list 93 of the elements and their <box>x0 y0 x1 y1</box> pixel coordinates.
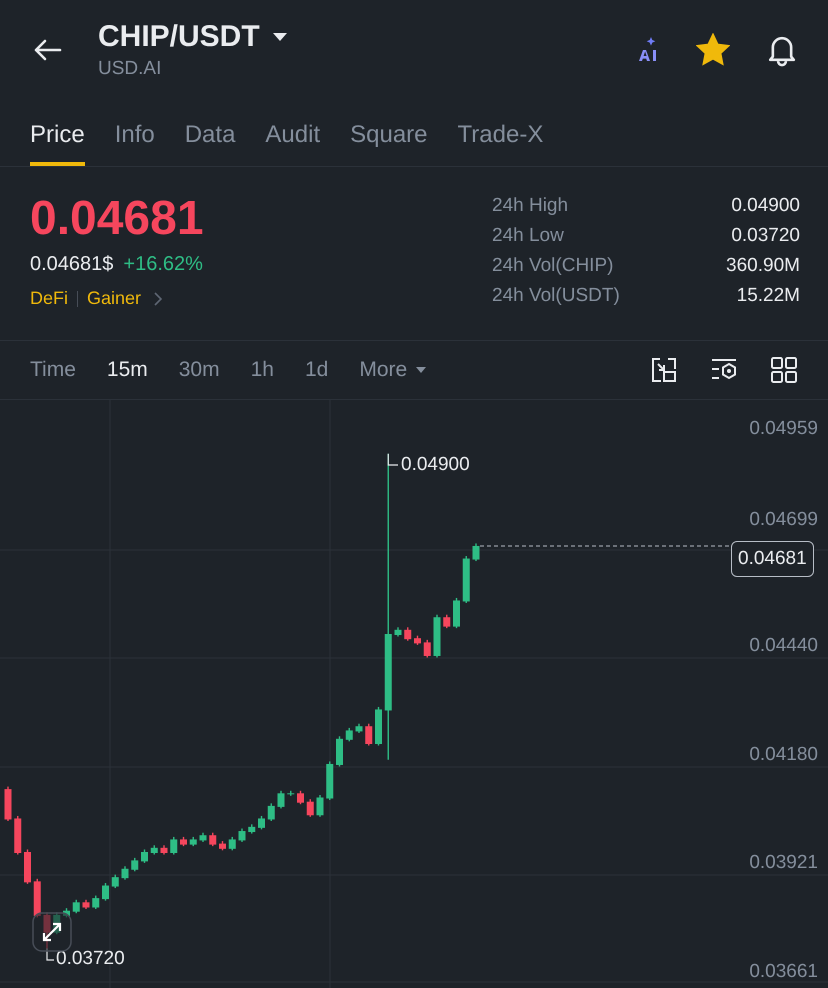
candle <box>326 761 334 800</box>
nav-tab[interactable]: Square <box>350 100 428 166</box>
resize-icon[interactable] <box>650 356 678 384</box>
stat-value: 0.04900 <box>731 195 800 217</box>
axis-label: 0.03921 <box>749 852 818 874</box>
candle <box>44 912 50 948</box>
candle <box>180 836 187 846</box>
candle <box>4 786 12 821</box>
caret-down-icon[interactable] <box>272 32 288 42</box>
star-icon[interactable] <box>696 33 730 67</box>
category-tag[interactable]: Gainer <box>87 288 142 309</box>
candle <box>248 824 256 834</box>
candle <box>365 724 372 746</box>
candle <box>122 866 128 880</box>
stat-value: 0.03720 <box>731 225 800 247</box>
candle <box>228 836 236 850</box>
candle <box>141 850 148 863</box>
candle <box>102 883 109 901</box>
high-leader-line <box>388 454 398 466</box>
candle <box>160 845 168 855</box>
candle <box>278 790 284 808</box>
axis-label: 0.04440 <box>749 635 818 658</box>
nav-tab[interactable]: Audit <box>265 100 320 166</box>
candle <box>306 799 314 817</box>
candle <box>462 556 470 603</box>
nav-tab[interactable]: Data <box>184 100 236 166</box>
candle <box>200 832 206 842</box>
candle <box>268 803 275 821</box>
candle <box>14 816 22 855</box>
candle <box>92 896 100 910</box>
chevron-right-icon[interactable] <box>154 292 162 306</box>
low-leader-line <box>46 948 54 961</box>
candle <box>150 845 158 855</box>
low-price-label: 0.03720 <box>56 948 125 970</box>
candle <box>336 736 343 766</box>
stat-value: 15.22M <box>736 285 800 307</box>
candle <box>219 841 226 850</box>
candle <box>209 832 216 846</box>
axis-label: 0.04180 <box>749 744 818 766</box>
candle <box>34 878 41 918</box>
axis-label: 0.04699 <box>749 508 818 531</box>
interval-label: Time <box>30 358 76 382</box>
stat-label: 24h Low <box>492 225 564 247</box>
interval-option[interactable]: 1d <box>304 358 328 382</box>
candle <box>170 836 178 855</box>
candle <box>63 908 70 918</box>
candle <box>453 598 460 628</box>
candle <box>258 816 265 830</box>
stat-value: 360.90M <box>726 255 800 277</box>
usd-price: 0.04681$ <box>30 253 114 276</box>
interval-option[interactable]: 30m <box>178 358 220 382</box>
more-dropdown[interactable]: More <box>359 358 428 382</box>
back-arrow-icon[interactable] <box>32 38 62 62</box>
axis-label: 0.04959 <box>749 418 818 440</box>
candle <box>190 836 197 846</box>
candle <box>72 900 80 914</box>
candle <box>297 790 304 804</box>
stat-label: 24h Vol(USDT) <box>492 285 620 307</box>
nav-tab[interactable]: Info <box>114 100 155 166</box>
last-price: 0.04681 <box>30 193 204 245</box>
candle <box>356 724 362 733</box>
candle <box>375 706 382 746</box>
candle <box>394 627 402 637</box>
current-price-badge: 0.04681 <box>731 541 814 577</box>
candle <box>82 900 90 910</box>
nav-tab[interactable]: Trade-X <box>458 100 544 166</box>
category-tag[interactable]: DeFi <box>30 288 68 309</box>
stat-label: 24h High <box>492 195 568 217</box>
candle <box>112 874 119 888</box>
interval-option[interactable]: 15m <box>106 358 148 382</box>
axis-label: 0.03661 <box>749 961 818 983</box>
nav-tab[interactable]: Price <box>30 100 85 166</box>
stat-label: 24h Vol(CHIP) <box>492 255 614 277</box>
candle <box>238 828 246 842</box>
candle <box>131 858 138 872</box>
candle <box>434 614 440 658</box>
expand-icon[interactable] <box>32 912 72 952</box>
grid-layout-icon[interactable] <box>770 356 798 384</box>
candle <box>24 850 31 884</box>
high-price-label: 0.04900 <box>401 454 470 476</box>
candle <box>443 614 450 628</box>
pair-title[interactable]: CHIP/USDT <box>98 20 260 54</box>
price-change: +16.62% <box>123 253 203 276</box>
candle <box>414 636 421 645</box>
candle <box>472 543 480 562</box>
candle <box>346 728 353 742</box>
candle <box>424 640 431 658</box>
candle <box>316 795 324 817</box>
interval-option[interactable]: 1h <box>250 358 274 382</box>
token-subtitle: USD.AI <box>98 58 162 80</box>
candle <box>53 912 60 934</box>
candle <box>404 627 412 641</box>
candle <box>287 790 294 796</box>
